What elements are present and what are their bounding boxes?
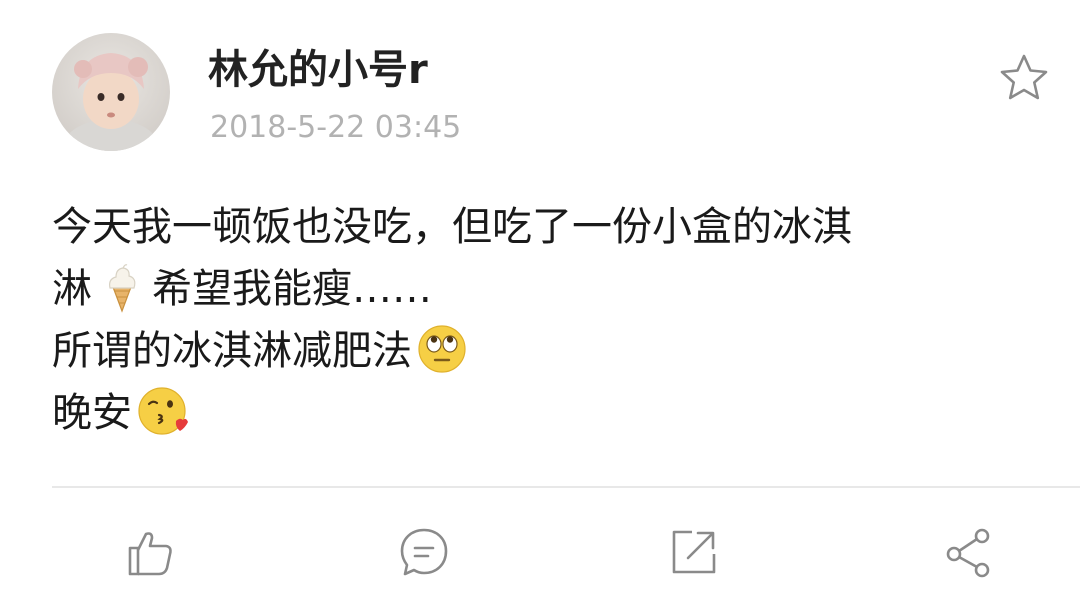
post-line-text: 今天我一顿饭也没吃，但吃了一份小盒的冰淇 xyxy=(52,204,852,250)
share-icon[interactable] xyxy=(940,524,996,580)
post-line-text: 希望我能瘦…… xyxy=(152,266,432,312)
username[interactable]: 林允的小号r xyxy=(208,44,428,96)
post-line: 所谓的冰淇淋减肥法 xyxy=(52,320,1052,382)
post-line-text: 淋 xyxy=(52,266,92,312)
post-timestamp: 2018-5-22 03:45 xyxy=(210,110,462,145)
divider xyxy=(52,486,1080,488)
post-line-text: 所谓的冰淇淋减肥法 xyxy=(52,328,412,374)
post-line: 今天我一顿饭也没吃，但吃了一份小盒的冰淇 xyxy=(52,196,1052,258)
comment-icon[interactable] xyxy=(396,524,452,580)
star-icon[interactable] xyxy=(996,50,1052,106)
face-with-rolling-eyes-icon xyxy=(416,323,468,375)
ice-cream-icon xyxy=(96,261,148,313)
post-line: 晚安 xyxy=(52,382,1052,444)
post-line: 淋 希望我能瘦…… xyxy=(52,258,1052,320)
avatar[interactable] xyxy=(52,33,170,151)
post-text: 今天我一顿饭也没吃，但吃了一份小盒的冰淇 淋 希望我能瘦…… 所谓的冰淇淋减肥法 xyxy=(52,196,1052,444)
thumbs-up-icon[interactable] xyxy=(122,524,178,580)
post-line-text: 晚安 xyxy=(52,390,132,436)
repost-icon[interactable] xyxy=(666,524,722,580)
kissing-face-icon xyxy=(136,385,188,437)
avatar-image xyxy=(52,33,170,151)
weibo-post: 林允的小号r 2018-5-22 03:45 今天我一顿饭也没吃，但吃了一份小盒… xyxy=(0,0,1080,597)
